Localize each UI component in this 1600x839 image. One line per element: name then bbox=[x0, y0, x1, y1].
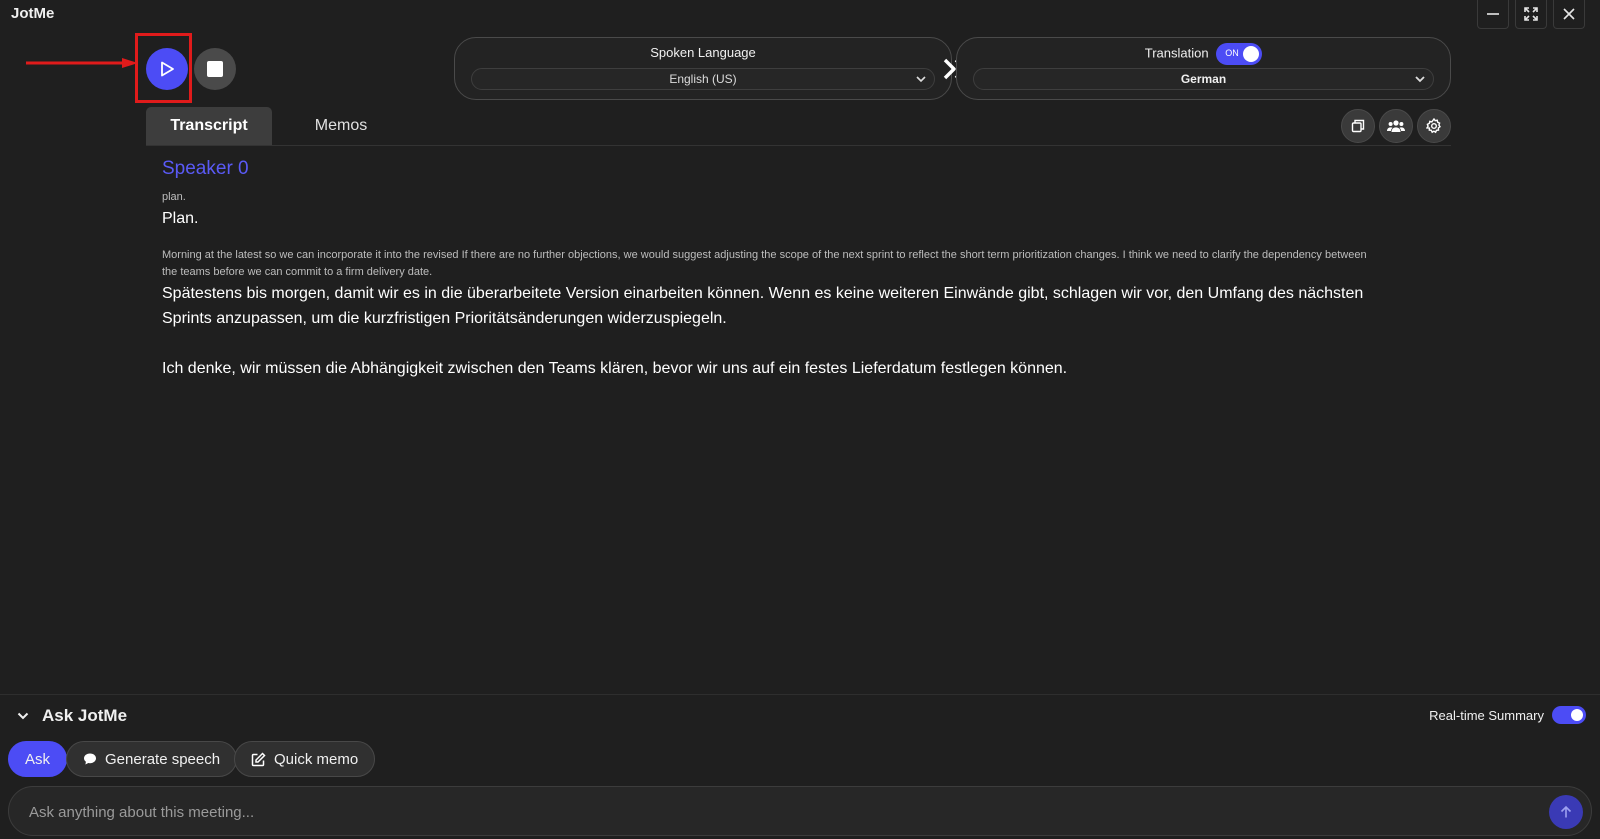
participants-button[interactable] bbox=[1379, 109, 1413, 143]
quick-memo-label: Quick memo bbox=[274, 750, 359, 768]
play-icon bbox=[161, 61, 174, 77]
translated-text-line: Ich denke, wir müssen die Abhängigkeit z… bbox=[162, 360, 1068, 377]
translation-header: Translation ON bbox=[957, 43, 1450, 65]
toggle-knob bbox=[1571, 709, 1583, 721]
ask-input-container bbox=[8, 786, 1592, 836]
edit-icon bbox=[251, 751, 266, 766]
ask-button[interactable]: Ask bbox=[8, 741, 68, 777]
tab-divider bbox=[146, 145, 1451, 146]
chevron-down-icon[interactable] bbox=[16, 709, 30, 723]
speaker-name: Speaker 0 bbox=[162, 158, 249, 179]
spoken-language-label: Spoken Language bbox=[650, 45, 756, 60]
people-icon bbox=[1387, 120, 1405, 132]
stop-icon bbox=[207, 61, 223, 77]
quick-memo-button[interactable]: Quick memo bbox=[234, 741, 376, 777]
realtime-summary-toggle[interactable] bbox=[1552, 706, 1586, 724]
settings-icon bbox=[1426, 118, 1441, 134]
tab-transcript[interactable]: Transcript bbox=[146, 107, 272, 145]
ask-button-label: Ask bbox=[25, 750, 51, 768]
chevron-down-icon bbox=[916, 76, 926, 83]
target-language-value: German bbox=[1180, 72, 1227, 86]
annotation-arrow bbox=[26, 58, 138, 68]
realtime-summary-label: Real-time Summary bbox=[1429, 707, 1544, 723]
send-button[interactable] bbox=[1549, 795, 1583, 829]
close-button[interactable] bbox=[1553, 0, 1585, 29]
minimize-icon bbox=[1487, 13, 1499, 15]
close-icon bbox=[1563, 8, 1575, 20]
copy-icon bbox=[1351, 119, 1365, 133]
translated-text: Plan. bbox=[162, 210, 199, 227]
toggle-knob bbox=[1243, 46, 1260, 62]
ask-header: Ask JotMe bbox=[16, 706, 127, 726]
spoken-language-select[interactable]: English (US) bbox=[471, 68, 935, 90]
translation-label: Translation bbox=[1144, 45, 1209, 61]
generate-speech-button[interactable]: Generate speech bbox=[66, 741, 238, 777]
toggle-on-label: ON bbox=[1225, 48, 1239, 58]
speech-bubble-icon bbox=[84, 753, 96, 765]
translated-text-line: Sprints anzupassen, um die kurzfristigen… bbox=[162, 310, 727, 327]
original-text-line: Morning at the latest so we can incorpor… bbox=[162, 249, 1367, 261]
translated-text-line: Spätestens bis morgen, damit wir es in d… bbox=[162, 285, 1364, 302]
chevron-down-icon bbox=[1415, 76, 1425, 83]
app-title: JotMe bbox=[11, 5, 55, 22]
spoken-language-value: English (US) bbox=[669, 72, 737, 86]
ask-title: Ask JotMe bbox=[42, 706, 128, 725]
tab-memos[interactable]: Memos bbox=[296, 107, 386, 145]
original-text: plan. bbox=[162, 191, 186, 203]
translation-panel: Translation ON German bbox=[956, 37, 1451, 100]
settings-button[interactable] bbox=[1417, 109, 1451, 143]
stop-button[interactable] bbox=[194, 48, 236, 90]
target-language-select[interactable]: German bbox=[973, 68, 1434, 90]
copy-button[interactable] bbox=[1341, 109, 1375, 143]
translation-toggle[interactable]: ON bbox=[1216, 43, 1263, 65]
spoken-language-panel: Spoken Language English (US) bbox=[454, 37, 952, 100]
play-button[interactable] bbox=[146, 48, 188, 90]
maximize-button[interactable] bbox=[1515, 0, 1547, 29]
generate-speech-label: Generate speech bbox=[105, 750, 221, 768]
original-text-line: the teams before we can commit to a firm… bbox=[162, 266, 433, 278]
maximize-icon bbox=[1524, 7, 1538, 21]
ask-input[interactable] bbox=[29, 800, 1509, 824]
arrow-up-icon bbox=[1560, 805, 1572, 818]
ask-divider bbox=[0, 694, 1600, 695]
minimize-button[interactable] bbox=[1477, 0, 1509, 29]
realtime-summary: Real-time Summary bbox=[1429, 706, 1586, 724]
